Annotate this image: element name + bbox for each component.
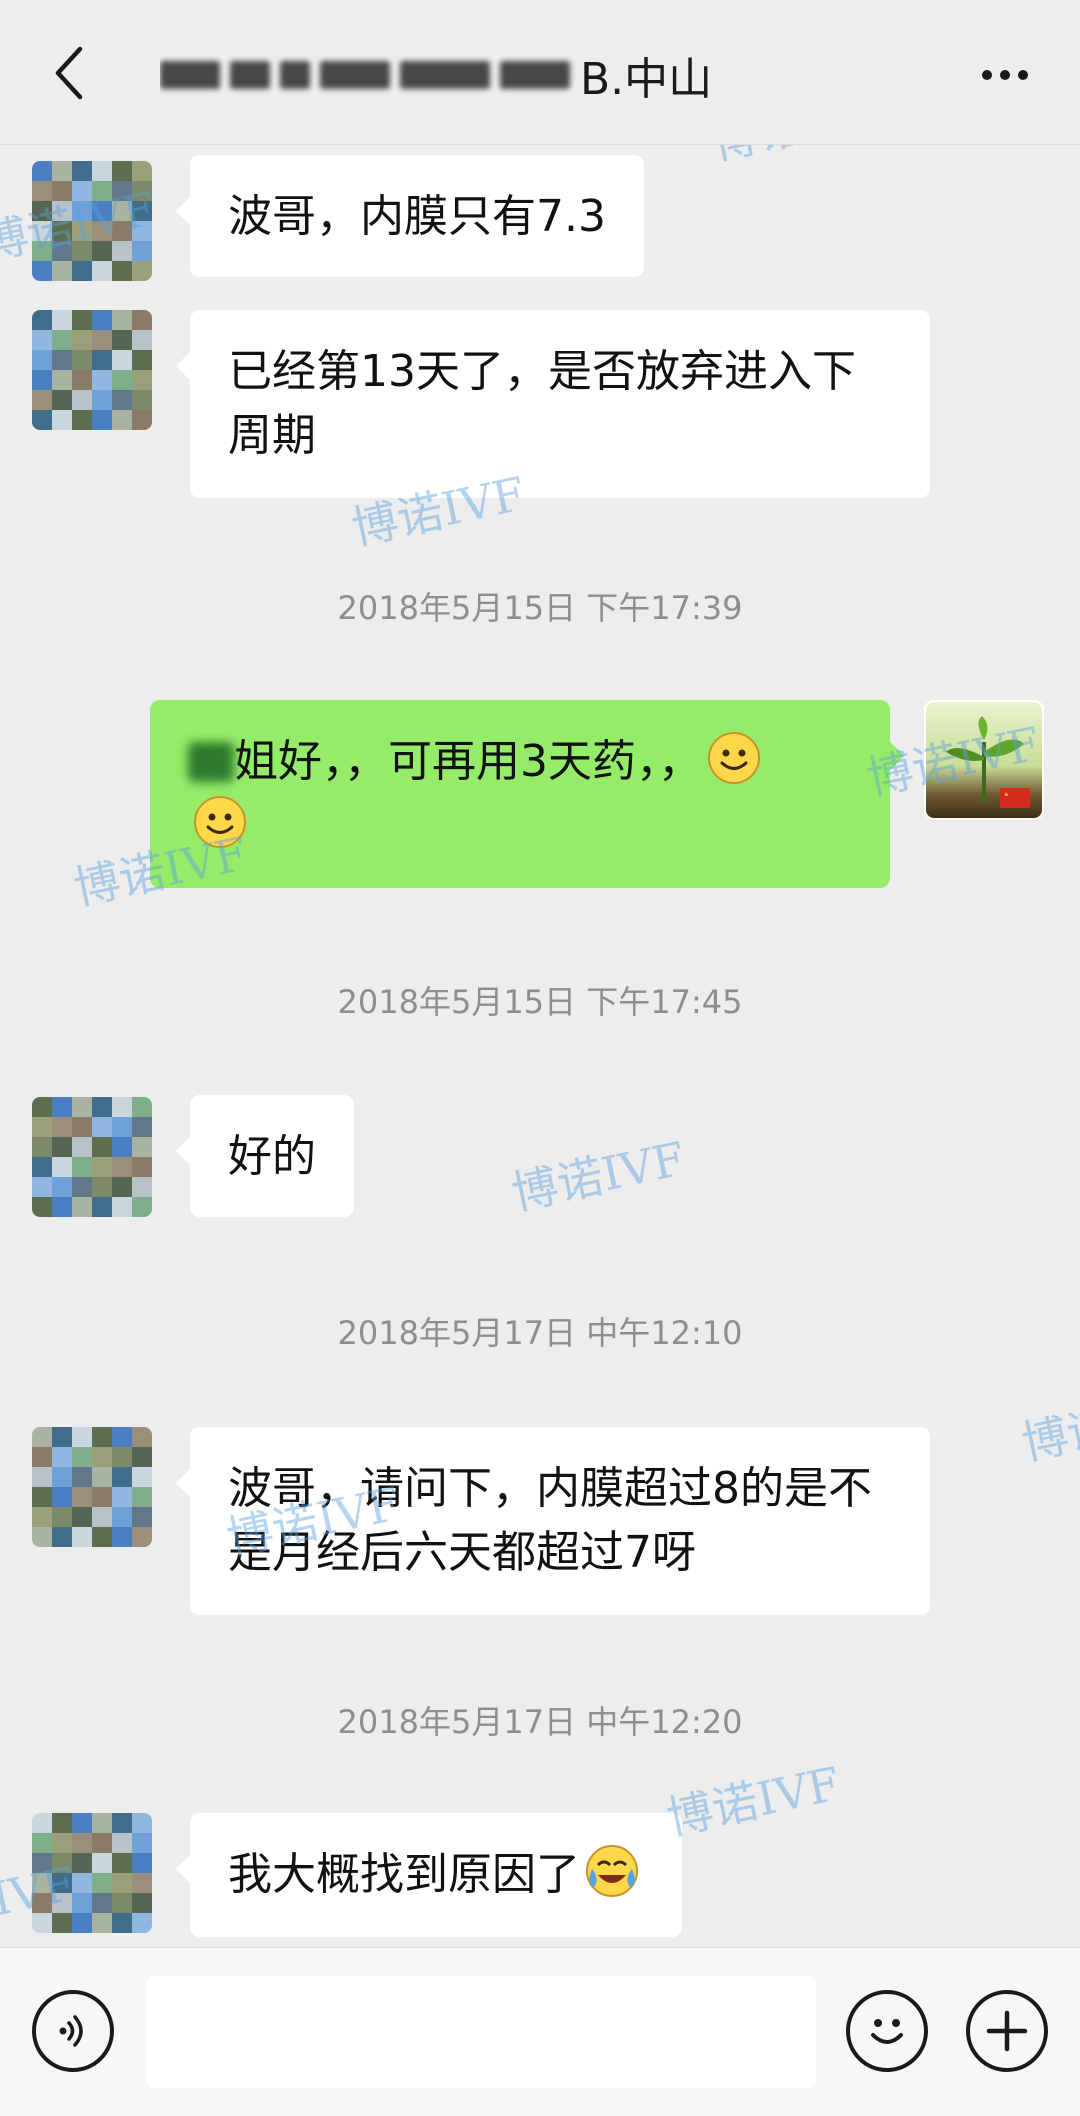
redacted-name bbox=[230, 61, 270, 89]
voice-button[interactable] bbox=[32, 1990, 114, 2072]
chat-header: B.中山 bbox=[0, 0, 1080, 145]
timestamp: 2018年5月15日 下午17:45 bbox=[337, 983, 743, 1021]
smile-emoji-icon bbox=[708, 732, 760, 784]
message-list[interactable]: 波哥，内膜只有7.3 已经第13天了，是否放弃进入下周期 2018年5月15日 … bbox=[0, 145, 1080, 1947]
redacted-name bbox=[400, 61, 490, 89]
contact-avatar[interactable] bbox=[32, 1813, 152, 1933]
message-text: 波哥，请问下，内膜超过8的是不是月经后六天都超过7呀 bbox=[228, 1463, 872, 1578]
more-button[interactable] bbox=[970, 45, 1040, 105]
contact-avatar[interactable] bbox=[32, 1427, 152, 1547]
chat-screen: B.中山 波哥，内膜只有7.3 已经第13天了，是否放弃进入下周期 2018年5… bbox=[0, 0, 1080, 2116]
message-bubble-outgoing[interactable]: 姐好，，可再用3天药，， bbox=[150, 700, 904, 888]
watermark: 博诺IVF bbox=[1016, 1381, 1080, 1471]
input-bar bbox=[0, 1947, 1080, 2116]
message-text: 已经第13天了，是否放弃进入下周期 bbox=[228, 346, 856, 461]
back-button[interactable] bbox=[38, 38, 98, 108]
redacted-name bbox=[500, 61, 570, 89]
more-dots-icon bbox=[982, 70, 992, 80]
redacted-name bbox=[280, 61, 310, 89]
message-bubble[interactable]: 波哥，内膜只有7.3 bbox=[176, 155, 644, 277]
timestamp: 2018年5月17日 中午12:20 bbox=[337, 1703, 743, 1741]
crying-laughing-emoji-icon bbox=[586, 1845, 638, 1897]
smile-emoji-icon bbox=[194, 796, 246, 848]
my-avatar[interactable] bbox=[924, 700, 1044, 820]
timestamp: 2018年5月17日 中午12:10 bbox=[337, 1314, 743, 1352]
contact-avatar[interactable] bbox=[32, 310, 152, 430]
watermark: 博诺IVF bbox=[661, 1756, 845, 1846]
chat-title: B.中山 bbox=[160, 40, 900, 110]
message-text: 姐好，，可再用3天药，， bbox=[234, 736, 702, 787]
contact-avatar[interactable] bbox=[32, 1097, 152, 1217]
message-text: 好的 bbox=[228, 1131, 316, 1182]
timestamp: 2018年5月15日 下午17:39 bbox=[337, 589, 743, 627]
redacted-name bbox=[188, 742, 234, 782]
message-bubble[interactable]: 好的 bbox=[176, 1095, 354, 1217]
plus-icon bbox=[986, 2010, 1028, 2052]
chat-title-text: B.中山 bbox=[580, 54, 713, 105]
emoji-button[interactable] bbox=[846, 1990, 928, 2072]
message-bubble[interactable]: 我大概找到原因了 bbox=[176, 1813, 682, 1937]
chevron-left-icon bbox=[55, 46, 83, 100]
watermark: 博诺IVF bbox=[705, 145, 890, 174]
plus-button[interactable] bbox=[966, 1990, 1048, 2072]
emoji-icon bbox=[871, 2019, 903, 2044]
message-bubble[interactable]: 已经第13天了，是否放弃进入下周期 bbox=[176, 310, 930, 498]
contact-avatar[interactable] bbox=[32, 161, 152, 281]
message-text: 波哥，内膜只有7.3 bbox=[228, 191, 606, 242]
message-input[interactable] bbox=[146, 1976, 816, 2088]
watermark: 博诺IVF bbox=[506, 1131, 690, 1221]
redacted-name bbox=[320, 61, 390, 89]
message-text: 我大概找到原因了 bbox=[228, 1849, 580, 1900]
redacted-name bbox=[160, 61, 220, 89]
voice-icon bbox=[59, 2015, 83, 2047]
message-bubble[interactable]: 波哥，请问下，内膜超过8的是不是月经后六天都超过7呀 bbox=[176, 1427, 930, 1615]
sprout-image bbox=[946, 716, 1030, 808]
